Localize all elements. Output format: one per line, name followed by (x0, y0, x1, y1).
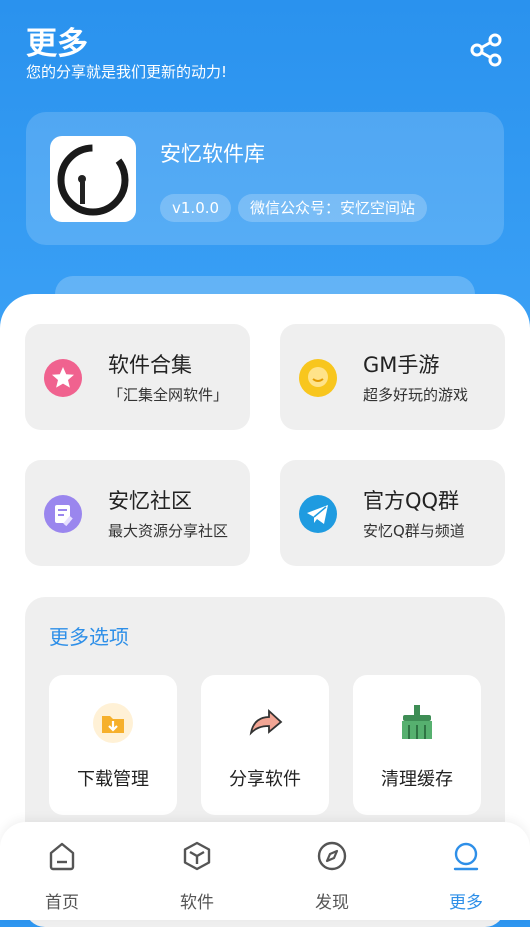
feature-desc: 「汇集全网软件」 (108, 386, 229, 404)
option-label: 清理缓存 (381, 769, 453, 790)
broom-icon (402, 705, 432, 739)
tab-more[interactable]: 更多 (400, 822, 530, 920)
feature-title: 官方QQ群 (363, 489, 460, 513)
page-subtitle: 您的分享就是我们更新的动力! (26, 63, 228, 81)
feature-qq-group[interactable]: 官方QQ群 安忆Q群与频道 (280, 460, 505, 566)
tab-label: 发现 (315, 893, 349, 913)
app-logo (50, 136, 136, 222)
profile-icon (453, 842, 479, 871)
feature-gm-games[interactable]: GM手游 超多好玩的游戏 (280, 324, 505, 430)
bottom-tab-bar: 首页 软件 发现 更多 (0, 822, 530, 920)
share-button[interactable] (466, 30, 506, 70)
tab-software[interactable]: 软件 (131, 822, 263, 920)
option-label: 下载管理 (77, 769, 149, 790)
feature-desc: 最大资源分享社区 (108, 522, 229, 540)
feature-community[interactable]: 安忆社区 最大资源分享社区 (25, 460, 250, 566)
download-manager-button[interactable]: 下载管理 (49, 675, 177, 815)
app-info-card: 安忆软件库 v1.0.0 微信公众号：安忆空间站 (26, 112, 504, 245)
tab-label: 软件 (180, 893, 214, 913)
note-edit-icon (44, 495, 82, 533)
tab-discover[interactable]: 发现 (266, 822, 398, 920)
cube-icon (183, 841, 211, 871)
app-name: 安忆软件库 (160, 142, 265, 166)
compass-icon (317, 841, 347, 871)
star-icon (44, 359, 82, 397)
feature-software-collection[interactable]: 软件合集 「汇集全网软件」 (25, 324, 250, 430)
feature-title: 软件合集 (108, 353, 192, 377)
share-icon (470, 33, 502, 67)
feature-desc: 安忆Q群与频道 (363, 522, 465, 540)
share-arrow-icon (249, 708, 283, 736)
chat-bubble-icon (299, 359, 337, 397)
more-options-title: 更多选项 (49, 625, 129, 649)
feature-desc: 超多好玩的游戏 (363, 386, 469, 404)
wechat-badge: 微信公众号：安忆空间站 (238, 194, 428, 222)
tab-label: 首页 (45, 893, 79, 913)
share-software-button[interactable]: 分享软件 (201, 675, 329, 815)
download-folder-icon (93, 703, 133, 743)
home-icon (49, 842, 75, 871)
version-badge: v1.0.0 (160, 194, 232, 222)
clear-cache-button[interactable]: 清理缓存 (353, 675, 481, 815)
feature-title: 安忆社区 (108, 489, 192, 513)
tab-label: 更多 (449, 893, 483, 913)
option-label: 分享软件 (229, 769, 301, 790)
page-title: 更多 (26, 26, 88, 62)
feature-title: GM手游 (363, 353, 440, 377)
telegram-icon (299, 495, 337, 533)
tab-home[interactable]: 首页 (0, 822, 128, 920)
